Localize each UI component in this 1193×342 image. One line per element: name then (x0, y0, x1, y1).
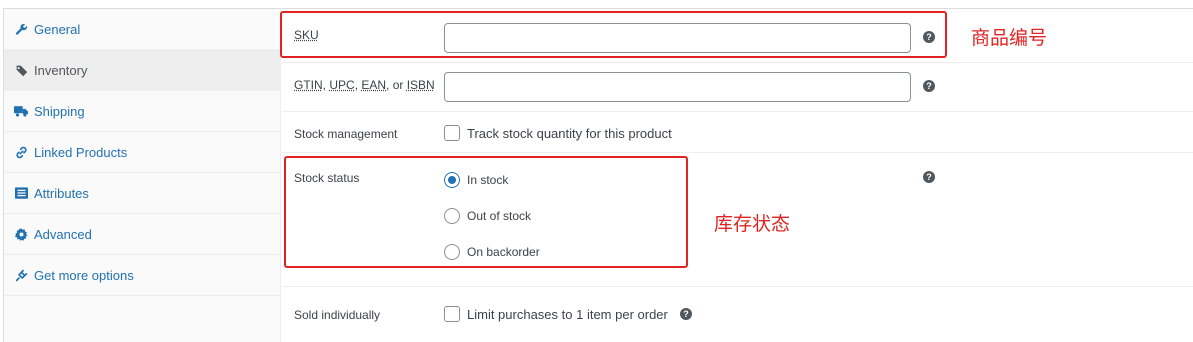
product-data-tabs: General Inventory Shipping Linked Produc… (4, 9, 281, 342)
radio-label-on-backorder: On backorder (467, 245, 540, 259)
divider (282, 152, 1193, 153)
help-icon[interactable]: ? (923, 171, 935, 183)
gtin-input[interactable] (444, 72, 911, 102)
sold-individually-checkbox[interactable] (444, 306, 460, 322)
tab-inventory[interactable]: Inventory (4, 50, 281, 91)
stock-management-checkbox[interactable] (444, 125, 460, 141)
divider (282, 111, 1193, 112)
sold-individually-checkbox-label: Limit purchases to 1 item per order (467, 307, 668, 322)
tab-label: Inventory (34, 62, 88, 78)
tab-label: General (34, 21, 81, 37)
tab-shipping[interactable]: Shipping (4, 91, 281, 132)
tab-label: Get more options (34, 267, 134, 283)
gear-icon (14, 227, 28, 241)
truck-icon (14, 104, 28, 118)
list-icon (14, 186, 28, 200)
tab-linked-products[interactable]: Linked Products (4, 132, 281, 173)
stock-status-annotation: 库存状态 (714, 213, 791, 235)
tab-label: Advanced (34, 226, 92, 242)
radio-on-backorder[interactable] (444, 244, 460, 260)
gtin-label: GTIN, UPC, EAN, or ISBN (294, 78, 435, 92)
radio-out-of-stock[interactable] (444, 208, 460, 224)
tab-label: Attributes (34, 185, 89, 201)
tab-get-more-options[interactable]: Get more options (4, 255, 281, 296)
help-icon[interactable]: ? (923, 80, 935, 92)
help-icon[interactable]: ? (680, 308, 692, 320)
tab-attributes[interactable]: Attributes (4, 173, 281, 214)
radio-label-out-of-stock: Out of stock (467, 209, 532, 223)
plug-icon (14, 268, 28, 282)
sku-input[interactable] (444, 23, 911, 53)
divider (282, 62, 1193, 63)
sold-individually-label: Sold individually (294, 308, 381, 322)
sku-label: SKU (294, 28, 319, 42)
help-icon[interactable]: ? (923, 31, 935, 43)
divider (282, 286, 1193, 287)
radio-in-stock[interactable] (444, 172, 460, 188)
tab-label: Shipping (34, 103, 85, 119)
tag-icon (14, 63, 28, 77)
stock-status-label: Stock status (294, 171, 360, 185)
stock-management-label: Stock management (294, 127, 398, 141)
link-icon (14, 145, 28, 159)
tab-general[interactable]: General (4, 9, 281, 50)
tab-label: Linked Products (34, 144, 128, 160)
stock-management-checkbox-label: Track stock quantity for this product (467, 126, 672, 141)
tab-advanced[interactable]: Advanced (4, 214, 281, 255)
wrench-icon (14, 22, 28, 36)
sku-annotation: 商品编号 (971, 27, 1048, 49)
radio-label-in-stock: In stock (467, 173, 509, 187)
